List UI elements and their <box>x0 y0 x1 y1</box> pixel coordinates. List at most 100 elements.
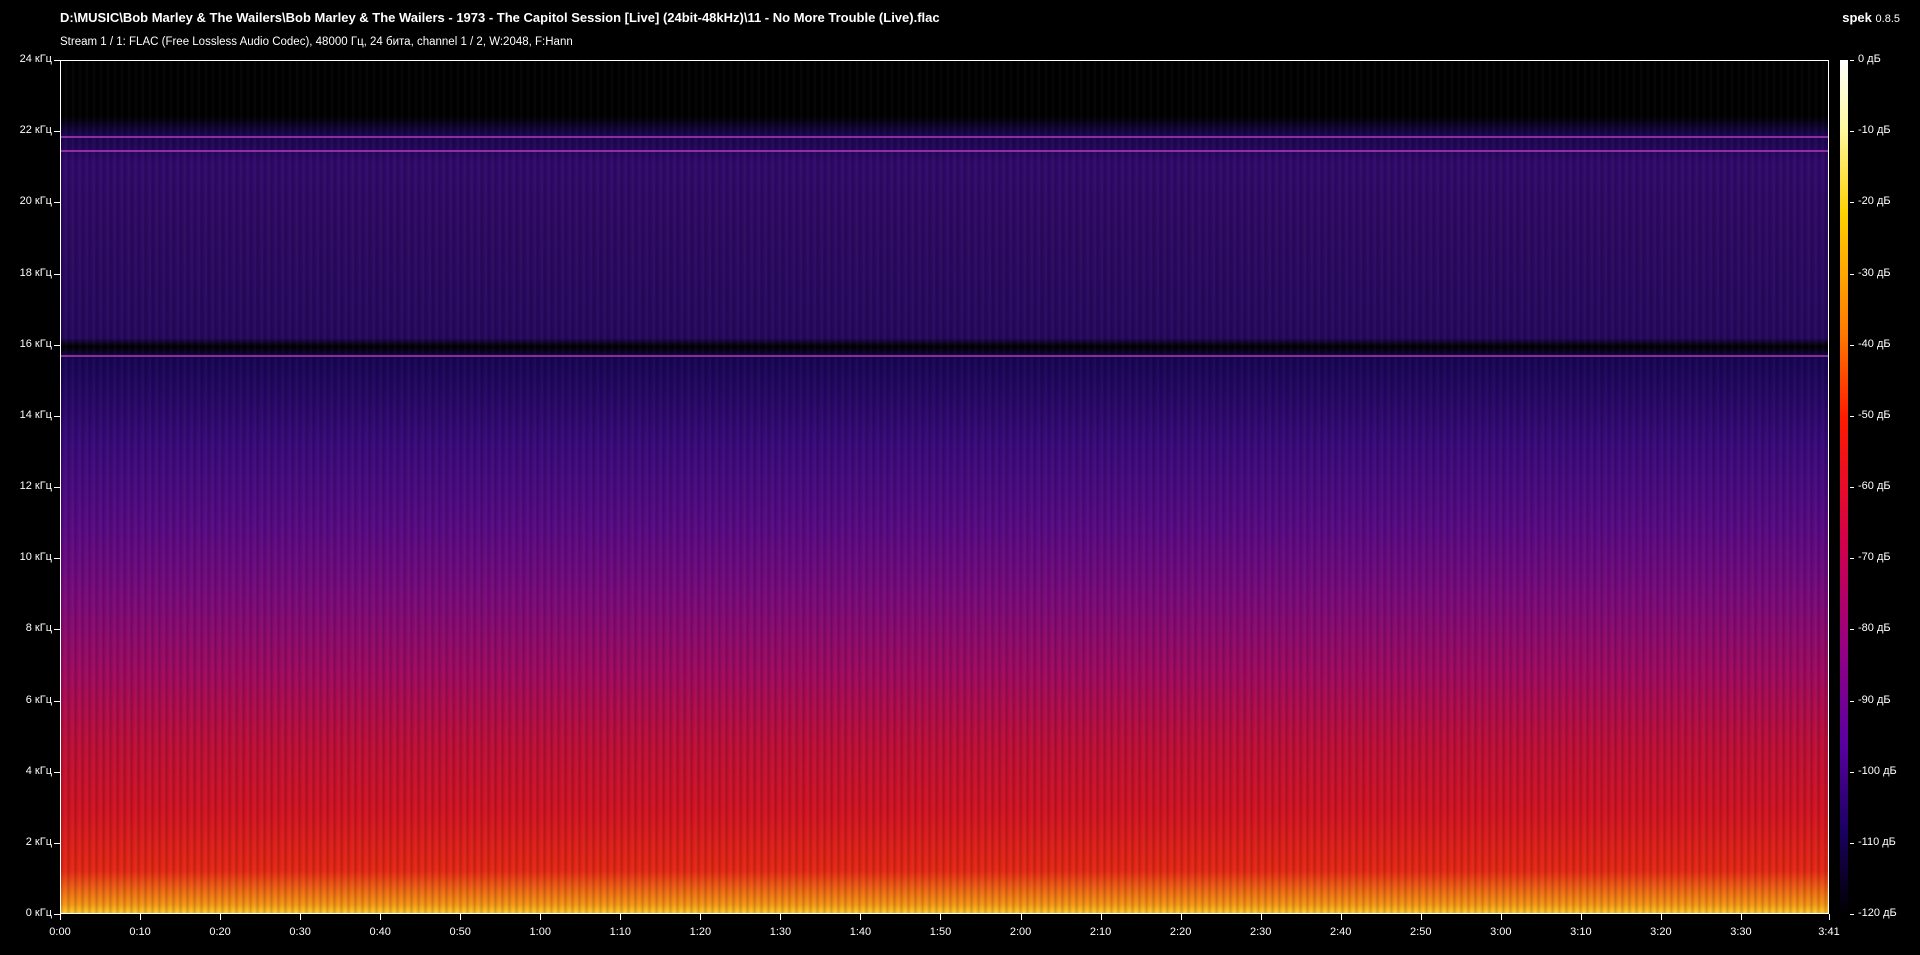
spectrogram-texture <box>61 61 1828 913</box>
frequency-tick-mark <box>54 60 60 61</box>
frequency-tick-label: 24 кГц <box>19 53 52 65</box>
time-tick-mark <box>1180 914 1182 920</box>
frequency-tick-mark <box>54 771 60 773</box>
db-tick-label: -70 дБ <box>1858 551 1891 564</box>
time-tick-mark <box>300 914 302 920</box>
db-tick-mark <box>1850 914 1854 915</box>
time-tick-mark <box>1829 914 1830 920</box>
time-tick-label: 2:40 <box>1330 926 1352 938</box>
time-tick-label: 1:30 <box>769 926 792 938</box>
time-tick-label: 3:20 <box>1650 926 1672 938</box>
frequency-tick-mark <box>54 700 60 702</box>
db-tick-label: -60 дБ <box>1858 480 1891 492</box>
db-tick-mark <box>1850 842 1854 844</box>
time-tick-label: 1:10 <box>609 926 632 938</box>
frequency-tick-label: 6 кГц <box>25 693 52 706</box>
frequency-tick-mark <box>54 842 60 844</box>
frequency-tick-mark <box>54 273 60 275</box>
time-tick-mark <box>1100 914 1102 920</box>
app-version: 0.8.5 <box>1875 13 1900 25</box>
time-tick-mark <box>60 914 61 920</box>
db-tick-mark <box>1850 202 1854 204</box>
time-tick-mark <box>1660 914 1662 920</box>
db-tick-mark <box>1850 487 1854 488</box>
time-tick-label: 0:50 <box>449 926 471 938</box>
time-tick-label: 0:30 <box>289 926 311 938</box>
frequency-tick-mark <box>54 344 60 346</box>
time-tick-mark <box>860 914 862 920</box>
db-tick-label: -10 дБ <box>1858 124 1891 137</box>
time-tick-label: 1:40 <box>849 926 872 938</box>
db-tick-label: -90 дБ <box>1858 693 1891 706</box>
time-tick-mark <box>940 914 942 920</box>
db-tick-mark <box>1850 344 1854 346</box>
time-tick-label: 0:40 <box>369 926 391 938</box>
time-tick-label: 0:20 <box>209 926 231 938</box>
time-tick-label: 3:00 <box>1490 926 1512 938</box>
db-tick-mark <box>1850 771 1854 773</box>
spectrogram[interactable] <box>60 60 1829 914</box>
time-tick-label: 1:20 <box>689 926 712 938</box>
db-tick-label: -110 дБ <box>1858 835 1896 848</box>
frequency-tick-mark <box>54 487 60 488</box>
time-tick-mark <box>700 914 702 920</box>
time-tick-mark <box>1340 914 1342 920</box>
frequency-tick-mark <box>54 558 60 560</box>
frequency-tick-label: 4 кГц <box>25 764 52 777</box>
time-tick-label: 3:10 <box>1570 926 1592 938</box>
spectral-line <box>61 150 1828 153</box>
frequency-tick-mark <box>54 415 60 417</box>
time-tick-label: 3:41 <box>1818 926 1840 938</box>
file-path-title: D:\MUSIC\Bob Marley & The Wailers\Bob Ma… <box>60 10 940 25</box>
time-tick-label: 2:50 <box>1410 926 1432 938</box>
time-tick-mark <box>780 914 782 920</box>
time-tick-mark <box>220 914 222 920</box>
time-tick-label: 2:00 <box>1009 926 1032 938</box>
db-tick-label: -50 дБ <box>1858 408 1891 421</box>
db-tick-label: -30 дБ <box>1858 266 1891 279</box>
frequency-tick-label: 8 кГц <box>25 622 52 635</box>
time-tick-mark <box>540 914 542 920</box>
time-tick-mark <box>1740 914 1742 920</box>
db-tick-mark <box>1850 273 1854 275</box>
frequency-tick-label: 0 кГц <box>25 907 52 919</box>
time-tick-label: 3:30 <box>1730 926 1752 938</box>
time-tick-label: 1:50 <box>929 926 952 938</box>
time-tick-mark <box>380 914 382 920</box>
frequency-tick-label: 20 кГц <box>19 195 52 208</box>
frequency-tick-label: 18 кГц <box>19 266 52 279</box>
frequency-tick-label: 16 кГц <box>19 337 52 350</box>
db-tick-label: -120 дБ <box>1858 907 1897 919</box>
time-tick-mark <box>620 914 622 920</box>
time-tick-mark <box>1260 914 1262 920</box>
time-tick-label: 2:30 <box>1249 926 1272 938</box>
frequency-tick-label: 22 кГц <box>19 124 52 137</box>
time-tick-label: 0:00 <box>49 926 71 938</box>
frequency-tick-label: 2 кГц <box>25 835 52 848</box>
time-tick-mark <box>140 914 142 920</box>
db-tick-mark <box>1850 60 1854 61</box>
db-tick-label: -100 дБ <box>1858 764 1897 777</box>
stream-info: Stream 1 / 1: FLAC (Free Lossless Audio … <box>60 36 573 48</box>
db-tick-label: 0 дБ <box>1858 53 1881 65</box>
time-tick-mark <box>1420 914 1422 920</box>
frequency-tick-label: 12 кГц <box>19 480 52 492</box>
db-tick-mark <box>1850 700 1854 702</box>
db-tick-mark <box>1850 629 1854 631</box>
frequency-tick-label: 14 кГц <box>19 408 52 421</box>
time-tick-mark <box>1500 914 1502 920</box>
time-tick-mark <box>1580 914 1582 920</box>
spectral-line <box>61 135 1828 138</box>
frequency-tick-mark <box>54 629 60 631</box>
db-tick-label: -80 дБ <box>1858 622 1891 635</box>
frequency-tick-label: 10 кГц <box>19 551 52 564</box>
time-tick-label: 0:10 <box>129 926 151 938</box>
db-tick-mark <box>1850 558 1854 560</box>
time-tick-label: 2:20 <box>1169 926 1192 938</box>
time-tick-mark <box>460 914 462 920</box>
app-name: spek <box>1842 10 1872 25</box>
db-tick-mark <box>1850 415 1854 417</box>
time-tick-mark <box>1020 914 1022 920</box>
db-tick-label: -40 дБ <box>1858 337 1891 350</box>
db-tick-mark <box>1850 131 1854 133</box>
